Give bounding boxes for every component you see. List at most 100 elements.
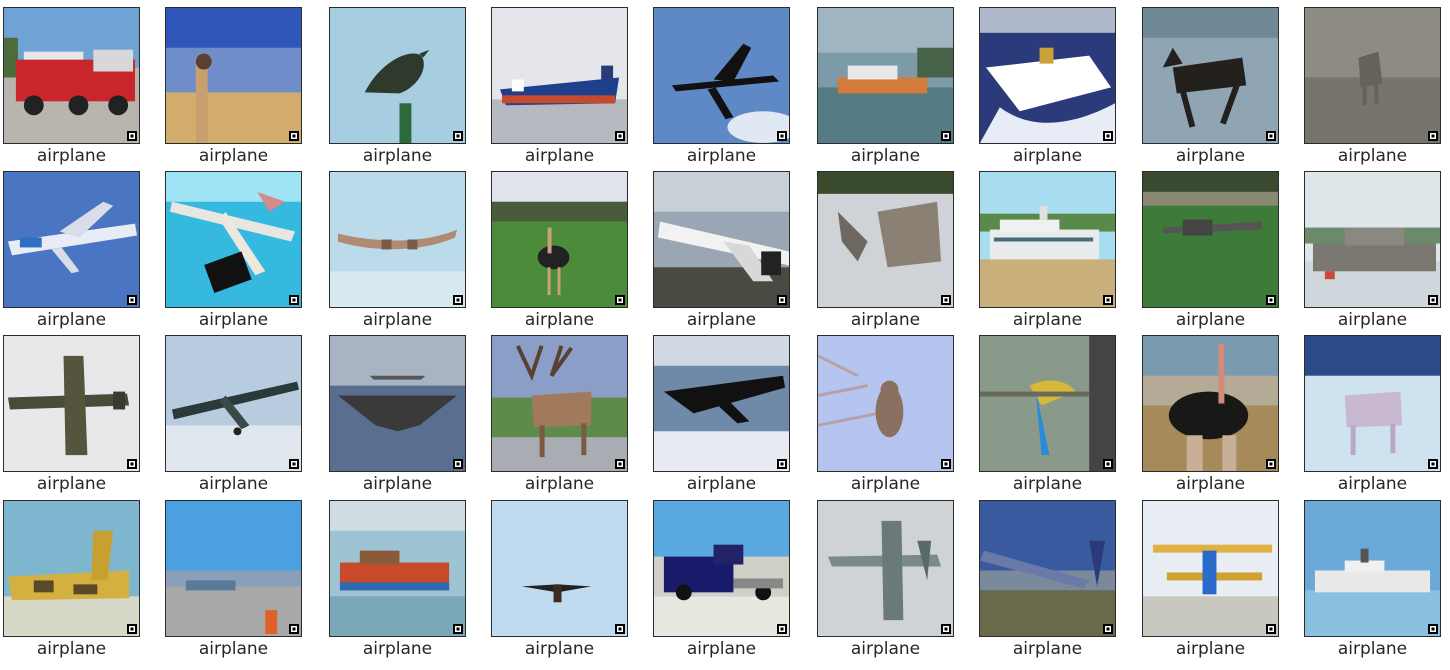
grid-cell: airplane bbox=[979, 500, 1116, 660]
grid-cell: airplane bbox=[1142, 335, 1279, 495]
thumbnail-image bbox=[329, 335, 466, 472]
thumbnail-image bbox=[653, 7, 790, 144]
thumbnail-image bbox=[817, 171, 954, 308]
grid-cell: airplane bbox=[329, 335, 466, 495]
grid-cell: airplane bbox=[491, 500, 628, 660]
thumbnail-image bbox=[165, 7, 302, 144]
checker-badge-icon bbox=[289, 131, 299, 141]
thumbnail-image bbox=[817, 7, 954, 144]
image-label: airplane bbox=[1175, 639, 1246, 659]
grid-cell: airplane bbox=[1142, 500, 1279, 660]
image-label: airplane bbox=[362, 146, 433, 166]
grid-cell: airplane bbox=[491, 7, 628, 167]
checker-badge-icon bbox=[615, 459, 625, 469]
checker-badge-icon bbox=[1266, 624, 1276, 634]
checker-badge-icon bbox=[777, 459, 787, 469]
image-label: airplane bbox=[686, 474, 757, 494]
thumbnail-image bbox=[653, 335, 790, 472]
image-label: airplane bbox=[1012, 310, 1083, 330]
checker-badge-icon bbox=[1103, 295, 1113, 305]
image-label: airplane bbox=[524, 474, 595, 494]
thumbnail-image bbox=[329, 171, 466, 308]
checker-badge-icon bbox=[941, 624, 951, 634]
thumbnail-image bbox=[3, 7, 140, 144]
image-label: airplane bbox=[850, 474, 921, 494]
grid-cell: airplane bbox=[3, 335, 140, 495]
image-label: airplane bbox=[1337, 146, 1408, 166]
grid-cell: airplane bbox=[165, 500, 302, 660]
checker-badge-icon bbox=[453, 459, 463, 469]
grid-cell: airplane bbox=[979, 335, 1116, 495]
thumbnail-image bbox=[3, 335, 140, 472]
checker-badge-icon bbox=[289, 295, 299, 305]
thumbnail-image bbox=[653, 500, 790, 637]
grid-cell: airplane bbox=[1304, 171, 1441, 331]
checker-badge-icon bbox=[453, 131, 463, 141]
thumbnail-image bbox=[491, 500, 628, 637]
thumbnail-image bbox=[817, 335, 954, 472]
thumbnail-image bbox=[165, 335, 302, 472]
thumbnail-image bbox=[1304, 171, 1441, 308]
checker-badge-icon bbox=[289, 624, 299, 634]
checker-badge-icon bbox=[1428, 295, 1438, 305]
checker-badge-icon bbox=[615, 295, 625, 305]
grid-cell: airplane bbox=[329, 7, 466, 167]
image-label: airplane bbox=[1337, 639, 1408, 659]
image-label: airplane bbox=[362, 474, 433, 494]
image-label: airplane bbox=[198, 474, 269, 494]
thumbnail-image bbox=[979, 335, 1116, 472]
image-label: airplane bbox=[1012, 474, 1083, 494]
thumbnail-image bbox=[817, 500, 954, 637]
thumbnail-image bbox=[3, 500, 140, 637]
thumbnail-image bbox=[1304, 7, 1441, 144]
image-label: airplane bbox=[1175, 310, 1246, 330]
image-label: airplane bbox=[524, 146, 595, 166]
thumbnail-image bbox=[491, 171, 628, 308]
grid-cell: airplane bbox=[1142, 7, 1279, 167]
grid-cell: airplane bbox=[3, 7, 140, 167]
grid-cell: airplane bbox=[653, 500, 790, 660]
image-label: airplane bbox=[686, 146, 757, 166]
grid-cell: airplane bbox=[165, 7, 302, 167]
image-label: airplane bbox=[198, 146, 269, 166]
image-label: airplane bbox=[850, 146, 921, 166]
checker-badge-icon bbox=[1266, 295, 1276, 305]
grid-cell: airplane bbox=[1304, 335, 1441, 495]
grid-cell: airplane bbox=[165, 335, 302, 495]
grid-cell: airplane bbox=[1304, 7, 1441, 167]
thumbnail-image bbox=[653, 171, 790, 308]
grid-cell: airplane bbox=[817, 335, 954, 495]
checker-badge-icon bbox=[777, 624, 787, 634]
thumbnail-image bbox=[329, 500, 466, 637]
image-label: airplane bbox=[1012, 639, 1083, 659]
grid-cell: airplane bbox=[329, 500, 466, 660]
checker-badge-icon bbox=[1428, 459, 1438, 469]
grid-cell: airplane bbox=[653, 7, 790, 167]
thumbnail-image bbox=[1142, 171, 1279, 308]
grid-cell: airplane bbox=[979, 7, 1116, 167]
thumbnail-image bbox=[3, 171, 140, 308]
thumbnail-image bbox=[979, 500, 1116, 637]
image-label: airplane bbox=[1175, 474, 1246, 494]
image-label: airplane bbox=[198, 310, 269, 330]
checker-badge-icon bbox=[127, 624, 137, 634]
thumbnail-image bbox=[1142, 7, 1279, 144]
image-label: airplane bbox=[36, 310, 107, 330]
checker-badge-icon bbox=[1266, 131, 1276, 141]
image-label: airplane bbox=[36, 474, 107, 494]
thumbnail-image bbox=[491, 7, 628, 144]
thumbnail-image bbox=[1304, 335, 1441, 472]
image-label: airplane bbox=[362, 639, 433, 659]
checker-badge-icon bbox=[1428, 624, 1438, 634]
thumbnail-image bbox=[165, 500, 302, 637]
checker-badge-icon bbox=[289, 459, 299, 469]
image-label: airplane bbox=[1175, 146, 1246, 166]
thumbnail-image bbox=[979, 171, 1116, 308]
checker-badge-icon bbox=[1266, 459, 1276, 469]
checker-badge-icon bbox=[127, 295, 137, 305]
grid-cell: airplane bbox=[817, 171, 954, 331]
image-label: airplane bbox=[1337, 310, 1408, 330]
checker-badge-icon bbox=[127, 131, 137, 141]
checker-badge-icon bbox=[453, 624, 463, 634]
thumbnail-image bbox=[329, 7, 466, 144]
